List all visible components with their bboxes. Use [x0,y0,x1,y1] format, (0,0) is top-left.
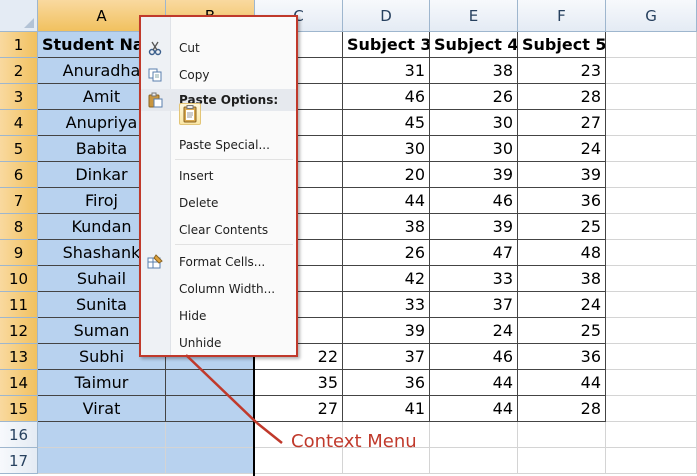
annotation-label: Context Menu [291,431,417,452]
annotation-pointer [185,354,283,444]
